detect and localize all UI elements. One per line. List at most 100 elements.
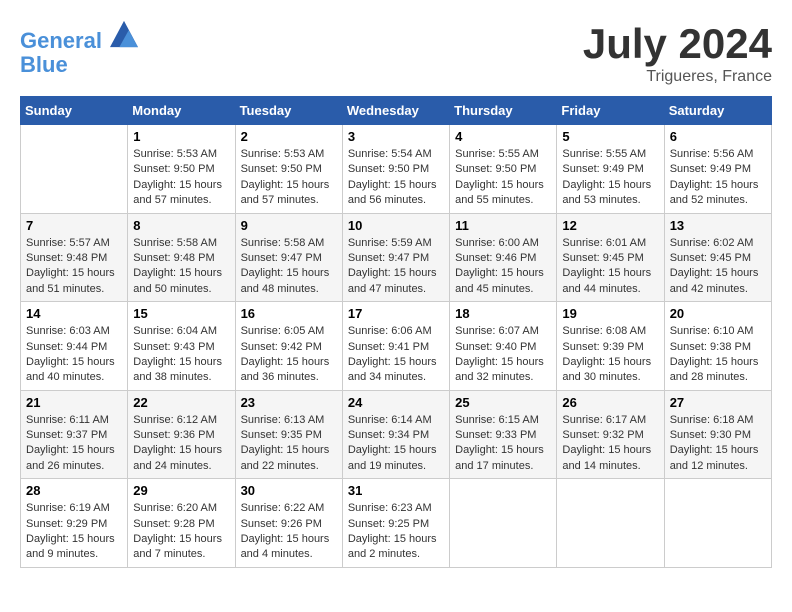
day-number: 17 — [348, 306, 444, 321]
day-number: 28 — [26, 483, 122, 498]
day-number: 10 — [348, 218, 444, 233]
calendar-cell: 18 Sunrise: 6:07 AM Sunset: 9:40 PM Dayli… — [450, 302, 557, 391]
day-number: 24 — [348, 395, 444, 410]
day-info: Sunrise: 5:56 AM Sunset: 9:49 PM Dayligh… — [670, 147, 766, 209]
day-number: 29 — [133, 483, 229, 498]
calendar-cell: 22 Sunrise: 6:12 AM Sunset: 9:36 PM Dayli… — [128, 390, 235, 479]
day-info: Sunrise: 6:20 AM Sunset: 9:28 PM Dayligh… — [133, 501, 229, 563]
day-info: Sunrise: 6:12 AM Sunset: 9:36 PM Dayligh… — [133, 413, 229, 475]
weekday-header-thursday: Thursday — [450, 97, 557, 125]
logo-icon — [110, 20, 138, 48]
day-number: 25 — [455, 395, 551, 410]
calendar-cell — [21, 125, 128, 214]
week-row-2: 7Sunrise: 5:57 AM Sunset: 9:48 PM Daylig… — [21, 213, 772, 302]
day-info: Sunrise: 6:10 AM Sunset: 9:38 PM Dayligh… — [670, 324, 766, 386]
day-number: 13 — [670, 218, 766, 233]
weekday-header-monday: Monday — [128, 97, 235, 125]
day-number: 18 — [455, 306, 551, 321]
title-area: July 2024 Trigueres, France — [583, 20, 772, 86]
day-number: 27 — [670, 395, 766, 410]
calendar-cell: 3 Sunrise: 5:54 AM Sunset: 9:50 PM Daylig… — [342, 125, 449, 214]
day-number: 20 — [670, 306, 766, 321]
day-info: Sunrise: 5:58 AM Sunset: 9:48 PM Dayligh… — [133, 236, 229, 298]
calendar-cell: 2Sunrise: 5:53 AM Sunset: 9:50 PM Daylig… — [235, 125, 342, 214]
week-row-4: 21 Sunrise: 6:11 AM Sunset: 9:37 PM Dayli… — [21, 390, 772, 479]
calendar-cell: 25Sunrise: 6:15 AM Sunset: 9:33 PM Dayli… — [450, 390, 557, 479]
calendar-cell — [450, 479, 557, 568]
day-info: Sunrise: 6:23 AM Sunset: 9:25 PM Dayligh… — [348, 501, 444, 563]
day-info: Sunrise: 6:05 AM Sunset: 9:42 PM Dayligh… — [241, 324, 337, 386]
day-number: 4 — [455, 129, 551, 144]
calendar-cell — [557, 479, 664, 568]
calendar-cell: 19 Sunrise: 6:08 AM Sunset: 9:39 PM Dayli… — [557, 302, 664, 391]
logo-blue: Blue — [20, 53, 138, 77]
calendar-cell: 24 Sunrise: 6:14 AM Sunset: 9:34 PM Dayli… — [342, 390, 449, 479]
day-info: Sunrise: 5:55 AM Sunset: 9:50 PM Dayligh… — [455, 147, 551, 209]
logo: General Blue — [20, 20, 138, 77]
calendar-cell: 30 Sunrise: 6:22 AM Sunset: 9:26 PM Dayli… — [235, 479, 342, 568]
calendar-cell: 23 Sunrise: 6:13 AM Sunset: 9:35 PM Dayli… — [235, 390, 342, 479]
day-info: Sunrise: 5:55 AM Sunset: 9:49 PM Dayligh… — [562, 147, 658, 209]
calendar-cell: 17 Sunrise: 6:06 AM Sunset: 9:41 PM Dayli… — [342, 302, 449, 391]
calendar-cell: 8 Sunrise: 5:58 AM Sunset: 9:48 PM Daylig… — [128, 213, 235, 302]
day-number: 23 — [241, 395, 337, 410]
weekday-header-saturday: Saturday — [664, 97, 771, 125]
day-number: 26 — [562, 395, 658, 410]
day-number: 3 — [348, 129, 444, 144]
day-number: 14 — [26, 306, 122, 321]
calendar-cell: 11Sunrise: 6:00 AM Sunset: 9:46 PM Dayli… — [450, 213, 557, 302]
day-info: Sunrise: 5:54 AM Sunset: 9:50 PM Dayligh… — [348, 147, 444, 209]
day-number: 12 — [562, 218, 658, 233]
calendar-cell: 21 Sunrise: 6:11 AM Sunset: 9:37 PM Dayli… — [21, 390, 128, 479]
calendar-cell — [664, 479, 771, 568]
day-number: 22 — [133, 395, 229, 410]
day-info: Sunrise: 6:14 AM Sunset: 9:34 PM Dayligh… — [348, 413, 444, 475]
calendar-cell: 27 Sunrise: 6:18 AM Sunset: 9:30 PM Dayli… — [664, 390, 771, 479]
calendar-cell: 16 Sunrise: 6:05 AM Sunset: 9:42 PM Dayli… — [235, 302, 342, 391]
logo-text: General — [20, 20, 138, 53]
calendar-table: SundayMondayTuesdayWednesdayThursdayFrid… — [20, 96, 772, 568]
day-number: 5 — [562, 129, 658, 144]
calendar-cell: 20 Sunrise: 6:10 AM Sunset: 9:38 PM Dayli… — [664, 302, 771, 391]
day-info: Sunrise: 6:02 AM Sunset: 9:45 PM Dayligh… — [670, 236, 766, 298]
day-info: Sunrise: 6:01 AM Sunset: 9:45 PM Dayligh… — [562, 236, 658, 298]
calendar-cell: 31 Sunrise: 6:23 AM Sunset: 9:25 PM Dayli… — [342, 479, 449, 568]
day-info: Sunrise: 5:59 AM Sunset: 9:47 PM Dayligh… — [348, 236, 444, 298]
day-number: 30 — [241, 483, 337, 498]
day-info: Sunrise: 6:11 AM Sunset: 9:37 PM Dayligh… — [26, 413, 122, 475]
weekday-header-sunday: Sunday — [21, 97, 128, 125]
page-header: General Blue July 2024 Trigueres, France — [20, 20, 772, 86]
day-number: 2 — [241, 129, 337, 144]
day-number: 15 — [133, 306, 229, 321]
day-number: 8 — [133, 218, 229, 233]
calendar-cell: 1Sunrise: 5:53 AM Sunset: 9:50 PM Daylig… — [128, 125, 235, 214]
calendar-cell: 9Sunrise: 5:58 AM Sunset: 9:47 PM Daylig… — [235, 213, 342, 302]
day-number: 6 — [670, 129, 766, 144]
calendar-cell: 10 Sunrise: 5:59 AM Sunset: 9:47 PM Dayli… — [342, 213, 449, 302]
weekday-header-row: SundayMondayTuesdayWednesdayThursdayFrid… — [21, 97, 772, 125]
location: Trigueres, France — [583, 68, 772, 86]
calendar-cell: 14Sunrise: 6:03 AM Sunset: 9:44 PM Dayli… — [21, 302, 128, 391]
month-title: July 2024 — [583, 20, 772, 68]
day-info: Sunrise: 6:22 AM Sunset: 9:26 PM Dayligh… — [241, 501, 337, 563]
day-info: Sunrise: 6:00 AM Sunset: 9:46 PM Dayligh… — [455, 236, 551, 298]
day-number: 9 — [241, 218, 337, 233]
day-number: 16 — [241, 306, 337, 321]
calendar-cell: 5 Sunrise: 5:55 AM Sunset: 9:49 PM Daylig… — [557, 125, 664, 214]
day-info: Sunrise: 6:07 AM Sunset: 9:40 PM Dayligh… — [455, 324, 551, 386]
day-info: Sunrise: 6:17 AM Sunset: 9:32 PM Dayligh… — [562, 413, 658, 475]
weekday-header-wednesday: Wednesday — [342, 97, 449, 125]
day-number: 31 — [348, 483, 444, 498]
day-info: Sunrise: 6:08 AM Sunset: 9:39 PM Dayligh… — [562, 324, 658, 386]
day-number: 19 — [562, 306, 658, 321]
day-info: Sunrise: 6:04 AM Sunset: 9:43 PM Dayligh… — [133, 324, 229, 386]
weekday-header-friday: Friday — [557, 97, 664, 125]
day-info: Sunrise: 5:53 AM Sunset: 9:50 PM Dayligh… — [133, 147, 229, 209]
day-number: 21 — [26, 395, 122, 410]
calendar-cell: 15 Sunrise: 6:04 AM Sunset: 9:43 PM Dayli… — [128, 302, 235, 391]
day-info: Sunrise: 6:18 AM Sunset: 9:30 PM Dayligh… — [670, 413, 766, 475]
day-info: Sunrise: 6:06 AM Sunset: 9:41 PM Dayligh… — [348, 324, 444, 386]
day-info: Sunrise: 6:13 AM Sunset: 9:35 PM Dayligh… — [241, 413, 337, 475]
week-row-1: 1Sunrise: 5:53 AM Sunset: 9:50 PM Daylig… — [21, 125, 772, 214]
day-info: Sunrise: 5:57 AM Sunset: 9:48 PM Dayligh… — [26, 236, 122, 298]
